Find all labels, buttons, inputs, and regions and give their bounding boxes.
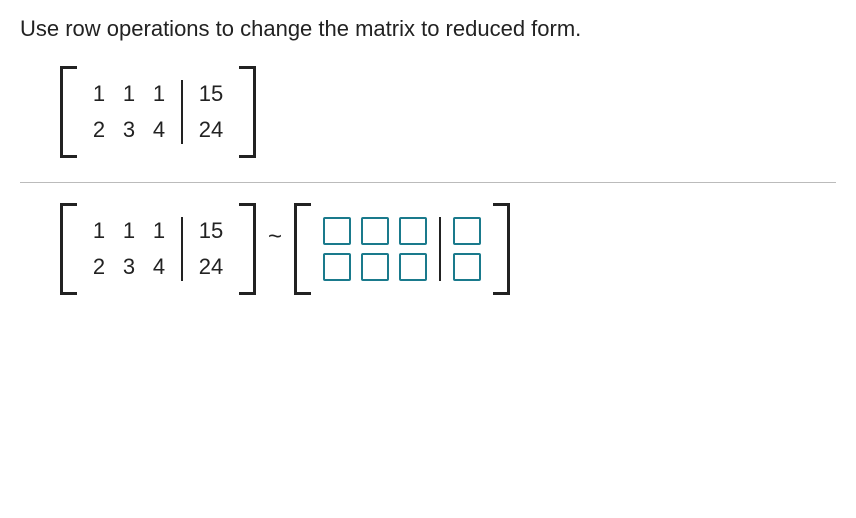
bracket-left-icon [294,203,311,295]
repeat-matrix-left-block: 1 1 1 2 3 4 [83,213,175,285]
given-matrix-left-block: 1 1 1 2 3 4 [83,76,175,148]
matrix-cell: 1 [121,76,137,112]
matrix-cell: 1 [151,76,167,112]
answer-row: 1 1 1 2 3 4 15 24 [20,203,836,319]
bracket-left-icon [60,203,77,295]
matrix-row: 2 3 4 [91,249,167,285]
matrix-cell: 1 [121,213,137,249]
answer-input-r1c4[interactable] [453,217,481,245]
answer-input-r2c1[interactable] [323,253,351,281]
matrix-cell: 1 [91,76,107,112]
given-matrix-right-block: 15 24 [189,76,233,148]
bracket-left-icon [60,66,77,158]
answer-input-r1c2[interactable] [361,217,389,245]
answer-row-2-aug [453,249,481,285]
answer-matrix [294,203,510,295]
matrix-cell: 24 [197,249,225,285]
repeat-matrix: 1 1 1 2 3 4 15 24 [60,203,256,295]
matrix-cell: 2 [91,249,107,285]
question-prompt: Use row operations to change the matrix … [20,16,836,42]
answer-right-block [447,213,487,285]
bracket-right-icon [493,203,510,295]
answer-row-1-aug [453,213,481,249]
augment-bar-icon [181,217,183,281]
repeat-matrix-right-block: 15 24 [189,213,233,285]
augment-bar-icon [439,217,441,281]
given-matrix-area: 1 1 1 2 3 4 15 24 [20,66,836,182]
matrix-cell: 4 [151,112,167,148]
answer-row-2 [323,249,427,285]
answer-input-r1c3[interactable] [399,217,427,245]
matrix-row: 15 [197,213,225,249]
matrix-cell: 24 [197,112,225,148]
matrix-cell: 1 [151,213,167,249]
matrix-cell: 15 [197,76,225,112]
matrix-row: 24 [197,112,225,148]
bracket-right-icon [239,203,256,295]
answer-input-r2c2[interactable] [361,253,389,281]
matrix-row: 2 3 4 [91,112,167,148]
given-matrix: 1 1 1 2 3 4 15 24 [60,66,836,158]
matrix-row: 1 1 1 [91,213,167,249]
answer-row-1 [323,213,427,249]
matrix-row: 1 1 1 [91,76,167,112]
divider [20,182,836,183]
matrix-cell: 3 [121,249,137,285]
matrix-cell: 4 [151,249,167,285]
tilde-symbol: ~ [264,223,286,275]
answer-left-block [317,213,433,285]
matrix-cell: 1 [91,213,107,249]
answer-input-r2c4[interactable] [453,253,481,281]
matrix-cell: 3 [121,112,137,148]
matrix-cell: 2 [91,112,107,148]
matrix-cell: 15 [197,213,225,249]
augment-bar-icon [181,80,183,144]
matrix-row: 15 [197,76,225,112]
answer-input-r1c1[interactable] [323,217,351,245]
answer-input-r2c3[interactable] [399,253,427,281]
matrix-row: 24 [197,249,225,285]
bracket-right-icon [239,66,256,158]
